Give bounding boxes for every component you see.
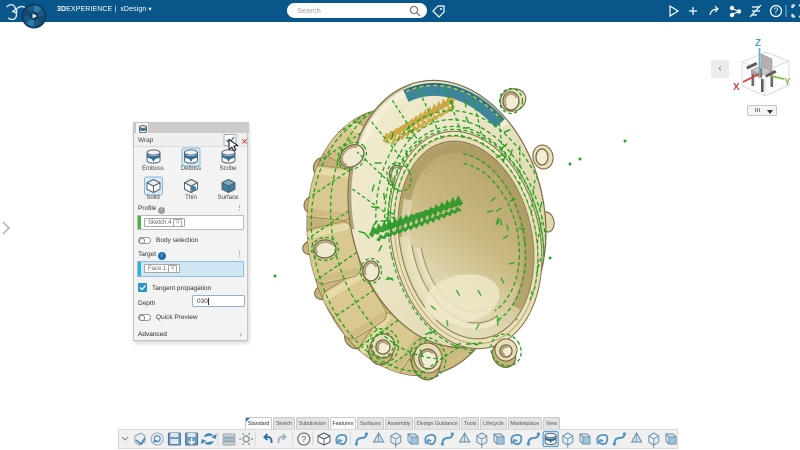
svg-text:Y: Y: [784, 77, 791, 88]
svg-text:✕: ✕: [241, 137, 248, 147]
svg-text:?: ?: [774, 7, 779, 16]
svg-text:Z: Z: [755, 38, 761, 49]
svg-text:?: ?: [302, 435, 307, 444]
svg-text:X: X: [733, 82, 740, 93]
